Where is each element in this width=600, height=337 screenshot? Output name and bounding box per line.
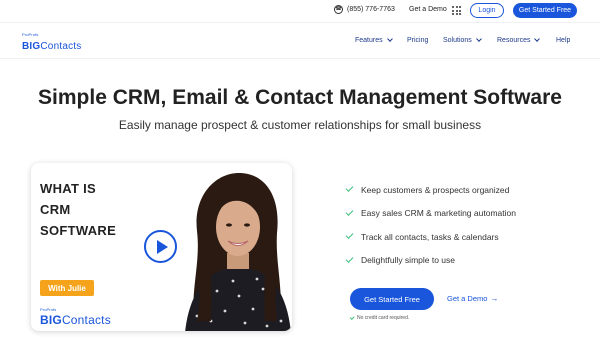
get-started-button[interactable]: Get Started Free <box>350 288 434 310</box>
nav-item-help[interactable]: Help <box>556 37 570 44</box>
video-logo-main-text: BIGContacts <box>40 313 111 327</box>
chevron-down-icon <box>475 36 482 42</box>
nav-item-resources[interactable]: Resources <box>497 36 541 44</box>
video-card[interactable]: WHAT IS CRM SOFTWARE With Julie ProProfs… <box>31 163 292 331</box>
play-icon <box>156 239 168 254</box>
list-item: Keep customers & prospects organized <box>345 178 516 202</box>
check-icon <box>345 231 354 240</box>
phone-link[interactable]: ☎ (855) 776-7763 <box>334 5 395 14</box>
list-item: Track all contacts, tasks & calendars <box>345 225 516 249</box>
main-nav: ProProfs BIGContacts Features Pricing So… <box>0 22 600 59</box>
check-icon <box>349 314 355 320</box>
video-logo: ProProfs BIGContacts <box>40 308 111 328</box>
phone-icon: ☎ <box>334 5 343 14</box>
page-subtitle: Easily manage prospect & customer relati… <box>118 118 482 132</box>
phone-number: (855) 776-7763 <box>347 6 395 13</box>
nav-item-features[interactable]: Features <box>355 36 393 44</box>
logo-main-text: BIGContacts <box>22 41 82 52</box>
list-item: Delightfully simple to use <box>345 249 516 273</box>
presenter-photo <box>185 173 291 331</box>
chevron-down-icon <box>534 36 541 42</box>
video-logo-small-text: ProProfs <box>40 307 57 312</box>
list-item: Easy sales CRM & marketing automation <box>345 202 516 226</box>
get-demo-cta-link[interactable]: Get a Demo → <box>447 294 498 303</box>
arrow-right-icon: → <box>490 294 499 303</box>
check-icon <box>345 207 354 216</box>
no-credit-card-note: No credit card required. <box>349 314 409 321</box>
login-button[interactable]: Login <box>470 3 504 18</box>
apps-grid-icon[interactable] <box>452 6 461 15</box>
play-video-button[interactable] <box>144 230 177 263</box>
nav-item-solutions[interactable]: Solutions <box>443 36 482 44</box>
nav-item-pricing[interactable]: Pricing <box>407 37 428 44</box>
check-icon <box>345 254 354 263</box>
logo-small-text: ProProfs <box>22 32 39 37</box>
page-title: Simple CRM, Email & Contact Management S… <box>38 86 562 109</box>
get-started-top-button[interactable]: Get Started Free <box>513 3 577 18</box>
video-title: WHAT IS CRM SOFTWARE <box>40 181 117 238</box>
get-demo-link[interactable]: Get a Demo <box>409 6 447 13</box>
check-icon <box>345 184 354 193</box>
chevron-down-icon <box>386 36 393 42</box>
logo[interactable]: ProProfs BIGContacts <box>22 33 81 53</box>
feature-list: Keep customers & prospects organized Eas… <box>345 178 516 273</box>
utility-bar: ☎ (855) 776-7763 Get a Demo Login Get St… <box>0 0 600 22</box>
presenter-badge: With Julie <box>40 280 94 296</box>
